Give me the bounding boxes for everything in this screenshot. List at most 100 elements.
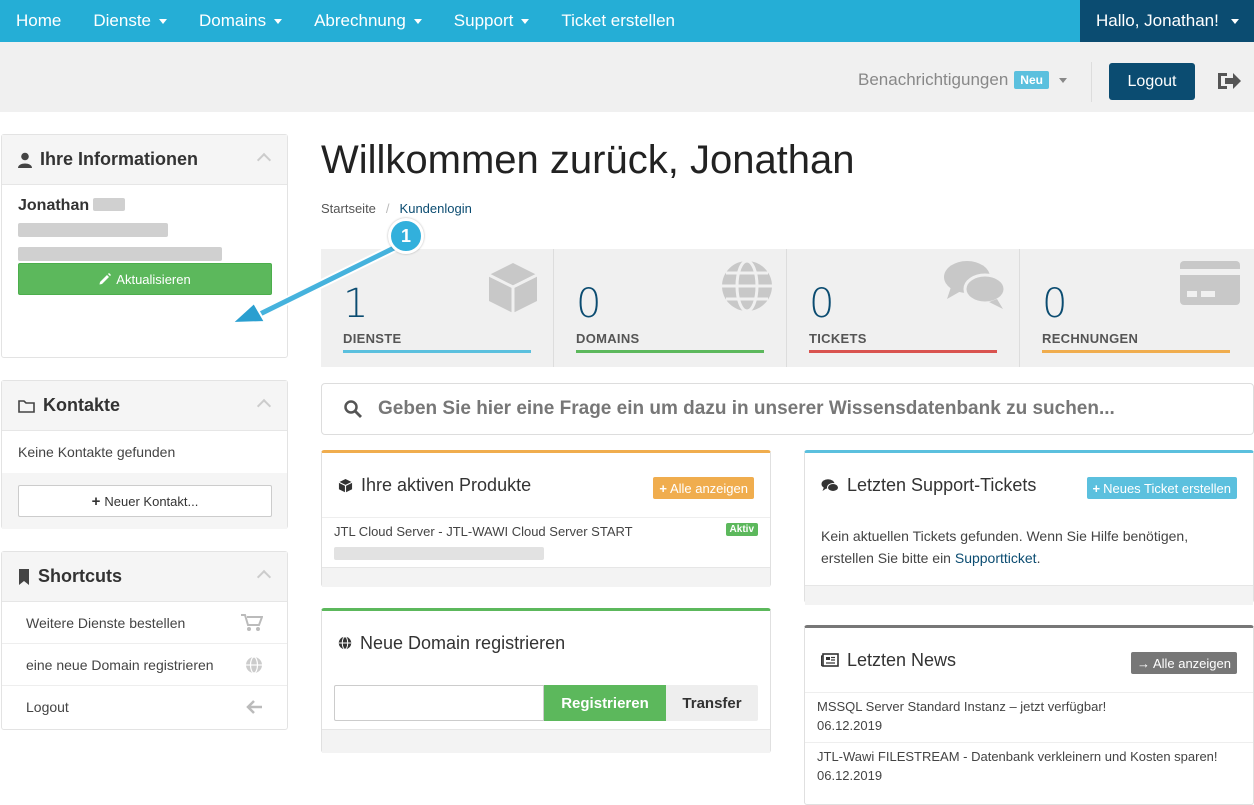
news-title: MSSQL Server Standard Instanz – jetzt ve… [817,699,1107,714]
chevron-up-icon[interactable] [256,398,272,414]
info-panel-title: Ihre Informationen [40,149,199,169]
contacts-empty-text: Keine Kontakte gefunden [18,444,176,460]
support-ticket-link[interactable]: Supportticket [955,550,1037,566]
view-all-label: Alle anzeigen [669,480,748,496]
view-all-products-button[interactable]: + Alle anzeigen [653,477,754,499]
user-menu[interactable]: Hallo, Jonathan! [1080,0,1254,42]
shortcut-register-domain[interactable]: eine neue Domain registrieren [2,644,287,686]
search-icon [344,400,362,418]
info-panel-header[interactable]: Ihre Informationen [2,135,287,185]
new-ticket-label: Neues Ticket erstellen [1103,480,1231,496]
blurred-surname [93,198,126,211]
new-contact-button[interactable]: + Neuer Kontakt... [18,485,272,517]
products-card-header: Ihre aktiven Produkte + Alle anzeigen [322,453,770,517]
stats-tiles: 1 DIENSTE 0 DOMAINS 0 TICKETS 0 RECHNUNG… [321,249,1254,367]
chevron-up-icon[interactable] [256,152,272,168]
sign-out-icon[interactable] [1216,70,1242,92]
notifications-menu[interactable]: Benachrichtigungen Neu [858,70,1067,90]
tile-value: 1 [343,281,369,327]
nav-dienste[interactable]: Dienste [77,0,183,42]
status-badge: Aktiv [725,523,758,536]
shortcuts-panel-header[interactable]: Shortcuts [2,552,287,602]
tile-value: 0 [576,281,602,327]
plus-icon: + [1092,480,1101,496]
nav-dienste-label: Dienste [93,11,151,30]
tile-underline [809,350,997,353]
view-all-label: Alle anzeigen [1152,655,1231,671]
client-name: Jonathan [18,197,90,214]
register-button[interactable]: Registrieren [544,685,666,721]
shortcut-logout[interactable]: Logout [2,686,287,728]
news-card-header: Letzten News → Alle anzeigen [805,628,1253,692]
view-all-news-button[interactable]: → Alle anzeigen [1130,652,1237,674]
nav-ticket-erstellen[interactable]: Ticket erstellen [545,0,691,42]
globe-icon [338,636,352,650]
transfer-button[interactable]: Transfer [666,685,758,721]
new-badge: Neu [1014,71,1049,89]
tile-dienste[interactable]: 1 DIENSTE [321,249,554,367]
tickets-card-title: Letzten Support-Tickets [847,474,1037,495]
nav-home[interactable]: Home [0,0,77,42]
contacts-panel-header[interactable]: Kontakte [2,381,287,431]
breadcrumb-current: Kundenlogin [399,201,472,216]
caret-down-icon [1230,18,1239,24]
shortcut-label: eine neue Domain registrieren [26,656,214,673]
products-card-footer [322,567,770,587]
tile-tickets[interactable]: 0 TICKETS [787,249,1020,367]
globe-icon [246,655,262,674]
nav-abrechnung-label: Abrechnung [314,11,406,30]
tile-value: 0 [809,281,835,327]
blurred-address-line [18,247,222,261]
domain-input[interactable] [334,685,544,721]
update-button[interactable]: Aktualisieren [18,263,272,295]
product-name: JTL Cloud Server - JTL-WAWI Cloud Server… [334,524,633,539]
search-placeholder: Geben Sie hier eine Frage ein um dazu in… [378,398,1115,419]
news-item[interactable]: JTL-Wawi FILESTREAM - Datenbank verklein… [805,742,1253,792]
tile-value: 0 [1042,281,1068,327]
tile-underline [1042,350,1230,353]
breadcrumb-home[interactable]: Startseite [321,201,376,216]
caret-down-icon [1058,77,1067,83]
blurred-address-line [18,223,168,237]
nav-abrechnung[interactable]: Abrechnung [298,0,438,42]
new-contact-label: Neuer Kontakt... [104,493,199,509]
nav-home-label: Home [16,11,62,30]
news-item[interactable]: MSSQL Server Standard Instanz – jetzt ve… [805,692,1253,742]
cube-icon [338,478,353,493]
notifications-label: Benachrichtigungen [858,70,1009,89]
chevron-up-icon[interactable] [256,569,272,585]
blurred-product-host [334,547,544,560]
tile-rechnungen[interactable]: 0 RECHNUNGEN [1020,249,1253,367]
user-greeting: Hallo, Jonathan! [1096,11,1219,30]
tickets-empty-line: Kein aktuellen Tickets gefunden. Wenn Si… [821,528,1189,544]
tile-label: RECHNUNGEN [1042,331,1139,346]
nav-support-label: Support [453,11,514,30]
bookmark-icon [19,568,29,585]
active-products-card: Ihre aktiven Produkte + Alle anzeigen JTL… [321,450,771,587]
knowledgebase-search-input[interactable]: Geben Sie hier eine Frage ein um dazu in… [321,383,1254,435]
product-row[interactable]: JTL Cloud Server - JTL-WAWI Cloud Server… [322,517,770,567]
news-card-title: Letzten News [847,649,957,670]
domain-card-title: Neue Domain registrieren [360,632,566,653]
shortcuts-panel-title: Shortcuts [38,566,123,586]
tickets-empty-line: erstellen Sie bitte ein [821,550,951,566]
domain-register-card: Neue Domain registrieren Registrieren Tr… [321,608,771,753]
nav-domains[interactable]: Domains [183,0,298,42]
logout-button[interactable]: Logout [1109,63,1195,100]
info-panel: Ihre Informationen Jonathan Aktualisiere… [1,134,288,358]
shortcut-order-services[interactable]: Weitere Dienste bestellen [2,602,287,644]
comments-icon [821,478,839,492]
page-title: Willkommen zurück, Jonathan [321,138,855,182]
divider [1091,62,1092,102]
tile-label: TICKETS [809,331,867,346]
nav-support[interactable]: Support [438,0,546,42]
domain-card-footer [322,729,770,753]
tile-domains[interactable]: 0 DOMAINS [554,249,787,367]
box-icon [488,263,538,313]
news-date: 06.12.2019 [817,768,883,783]
products-card-title: Ihre aktiven Produkte [361,474,532,495]
cart-icon [241,613,263,631]
shortcut-label: Weitere Dienste bestellen [26,614,186,631]
tickets-empty-period: . [1036,550,1041,566]
new-ticket-button[interactable]: + Neues Ticket erstellen [1086,477,1237,499]
